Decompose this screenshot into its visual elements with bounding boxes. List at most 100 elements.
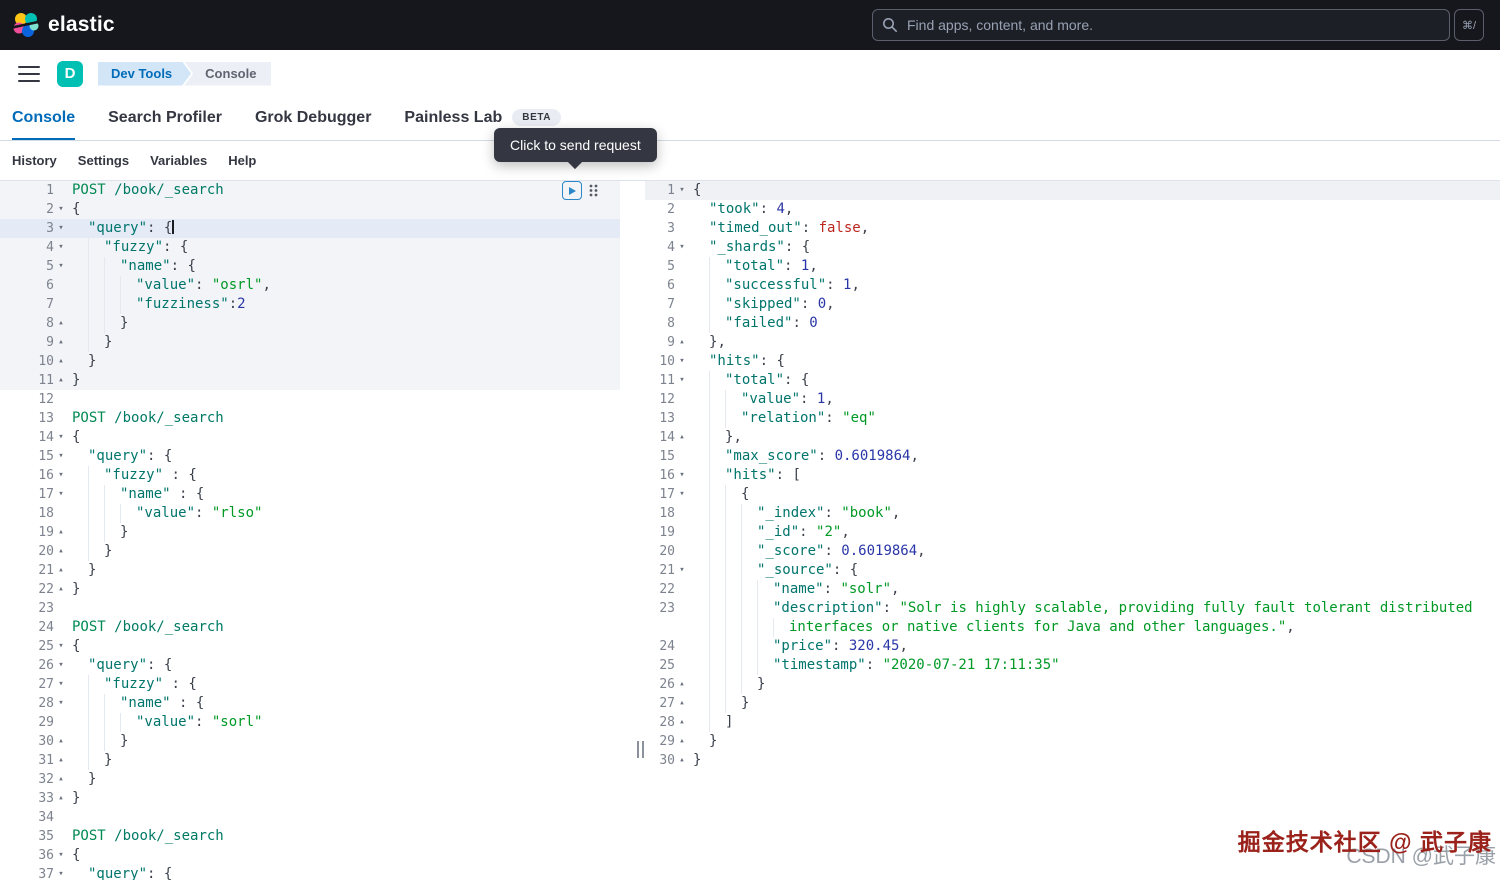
- menu-help[interactable]: Help: [228, 153, 256, 168]
- request-line[interactable]: 14 ▾{: [0, 428, 620, 447]
- fold-toggle-icon[interactable]: ▾: [54, 865, 68, 880]
- request-line[interactable]: 10 ▴}: [0, 352, 620, 371]
- request-options-button[interactable]: [588, 183, 599, 198]
- fold-toggle-icon[interactable]: ▾: [54, 466, 68, 485]
- fold-toggle-icon[interactable]: ▴: [54, 352, 68, 371]
- request-line[interactable]: 35 POST /book/_search: [0, 827, 620, 846]
- request-line[interactable]: 1 POST /book/_search: [0, 181, 620, 200]
- request-line[interactable]: 31 ▴}: [0, 751, 620, 770]
- menu-variables[interactable]: Variables: [150, 153, 207, 168]
- code-text: "query": {: [88, 220, 175, 236]
- fold-toggle-icon[interactable]: ▴: [675, 713, 689, 732]
- fold-toggle-icon[interactable]: ▴: [54, 314, 68, 333]
- fold-toggle-icon[interactable]: ▾: [675, 352, 689, 371]
- fold-toggle-icon[interactable]: ▴: [675, 675, 689, 694]
- fold-toggle-icon[interactable]: ▴: [54, 371, 68, 390]
- request-line[interactable]: 9 ▴}: [0, 333, 620, 352]
- fold-toggle-icon[interactable]: ▾: [54, 428, 68, 447]
- request-line[interactable]: 29 "value": "sorl": [0, 713, 620, 732]
- request-line[interactable]: 36 ▾{: [0, 846, 620, 865]
- tab-console[interactable]: Console: [12, 97, 76, 140]
- global-search-input[interactable]: [872, 9, 1450, 41]
- request-line[interactable]: 18 "value": "rlso": [0, 504, 620, 523]
- request-line[interactable]: 15 ▾ "query": {: [0, 447, 620, 466]
- request-line[interactable]: 19 ▴}: [0, 523, 620, 542]
- fold-toggle-icon[interactable]: ▴: [54, 751, 68, 770]
- fold-toggle-icon[interactable]: ▾: [675, 561, 689, 580]
- request-line[interactable]: 24 POST /book/_search: [0, 618, 620, 637]
- request-line[interactable]: 8 ▴}: [0, 314, 620, 333]
- fold-toggle-icon[interactable]: ▴: [54, 333, 68, 352]
- fold-toggle-icon[interactable]: ▾: [54, 485, 68, 504]
- request-line[interactable]: 22 ▴}: [0, 580, 620, 599]
- code-text: "_source": {: [689, 561, 858, 580]
- fold-toggle-icon[interactable]: ▾: [675, 181, 689, 200]
- fold-toggle-icon[interactable]: ▾: [54, 637, 68, 656]
- request-line[interactable]: 6 "value": "osrl",: [0, 276, 620, 295]
- request-line[interactable]: 11 ▴}: [0, 371, 620, 390]
- fold-toggle-icon[interactable]: ▴: [54, 580, 68, 599]
- request-line[interactable]: 16 ▾ "fuzzy" : {: [0, 466, 620, 485]
- request-line[interactable]: 3 ▾ "query": {: [0, 219, 620, 238]
- code-text: }: [68, 523, 128, 542]
- request-line[interactable]: 13 POST /book/_search: [0, 409, 620, 428]
- request-line[interactable]: 28 ▾ "name" : {: [0, 694, 620, 713]
- breadcrumb-console[interactable]: Console: [184, 61, 272, 86]
- request-line[interactable]: 34: [0, 808, 620, 827]
- response-line: 28 ▴]: [645, 713, 1500, 732]
- pane-resizer[interactable]: [636, 181, 645, 880]
- request-editor[interactable]: 1 POST /book/_search 2 ▾{3 ▾ "query": {4 ▾ "fuz…: [0, 181, 636, 880]
- request-line[interactable]: 33 ▴}: [0, 789, 620, 808]
- menu-icon[interactable]: [18, 65, 40, 82]
- request-line[interactable]: 4 ▾ "fuzzy": {: [0, 238, 620, 257]
- request-line[interactable]: 21 ▴}: [0, 561, 620, 580]
- request-line[interactable]: 26 ▾ "query": {: [0, 656, 620, 675]
- breadcrumb-dev-tools[interactable]: Dev Tools: [98, 62, 191, 86]
- fold-toggle-icon[interactable]: ▴: [54, 561, 68, 580]
- fold-toggle-icon[interactable]: ▴: [54, 523, 68, 542]
- fold-toggle-icon[interactable]: ▾: [675, 371, 689, 390]
- fold-toggle-icon[interactable]: ▴: [54, 542, 68, 561]
- fold-toggle-icon[interactable]: ▴: [675, 694, 689, 713]
- fold-toggle-icon[interactable]: ▴: [675, 428, 689, 447]
- request-line[interactable]: 5 ▾ "name": {: [0, 257, 620, 276]
- fold-toggle-icon[interactable]: ▾: [54, 656, 68, 675]
- fold-toggle-icon[interactable]: ▴: [54, 732, 68, 751]
- response-viewer[interactable]: 1 ▾{2 "took": 4, 3 "timed_out": false, 4 ▾ "_sh…: [645, 181, 1500, 880]
- request-line[interactable]: 7 "fuzziness":2: [0, 295, 620, 314]
- fold-toggle-icon[interactable]: ▴: [675, 333, 689, 352]
- request-line[interactable]: 37 ▾ "query": {: [0, 865, 620, 880]
- fold-toggle-icon[interactable]: ▾: [54, 219, 68, 238]
- fold-toggle-icon[interactable]: ▾: [54, 846, 68, 865]
- request-line[interactable]: 17 ▾ "name" : {: [0, 485, 620, 504]
- request-line[interactable]: 12: [0, 390, 620, 409]
- fold-toggle-icon[interactable]: ▴: [675, 732, 689, 751]
- fold-toggle-icon[interactable]: ▾: [675, 238, 689, 257]
- request-line[interactable]: 30 ▴}: [0, 732, 620, 751]
- fold-toggle-icon[interactable]: ▾: [54, 694, 68, 713]
- request-line[interactable]: 20 ▴}: [0, 542, 620, 561]
- fold-toggle-icon[interactable]: ▾: [54, 447, 68, 466]
- fold-toggle-icon[interactable]: ▴: [675, 751, 689, 770]
- fold-toggle-icon[interactable]: ▾: [675, 485, 689, 504]
- send-request-button[interactable]: [562, 181, 582, 200]
- fold-toggle-icon[interactable]: ▾: [54, 675, 68, 694]
- fold-toggle-icon[interactable]: ▾: [54, 238, 68, 257]
- fold-toggle-icon[interactable]: ▾: [54, 200, 68, 219]
- tab-search-profiler[interactable]: Search Profiler: [108, 97, 222, 140]
- request-line[interactable]: 25 ▾{: [0, 637, 620, 656]
- menu-history[interactable]: History: [12, 153, 57, 168]
- fold-toggle-icon[interactable]: ▾: [675, 466, 689, 485]
- space-avatar[interactable]: D: [57, 60, 83, 87]
- menu-settings[interactable]: Settings: [78, 153, 129, 168]
- request-line[interactable]: 2 ▾{: [0, 200, 620, 219]
- fold-toggle-icon[interactable]: ▴: [54, 789, 68, 808]
- tab-grok-debugger[interactable]: Grok Debugger: [255, 97, 371, 140]
- fold-toggle-icon[interactable]: ▴: [54, 770, 68, 789]
- request-line[interactable]: 32 ▴}: [0, 770, 620, 789]
- request-line[interactable]: 23: [0, 599, 620, 618]
- request-line[interactable]: 27 ▾ "fuzzy" : {: [0, 675, 620, 694]
- elastic-logo[interactable]: elastic: [13, 12, 115, 38]
- fold-toggle-icon[interactable]: ▾: [54, 257, 68, 276]
